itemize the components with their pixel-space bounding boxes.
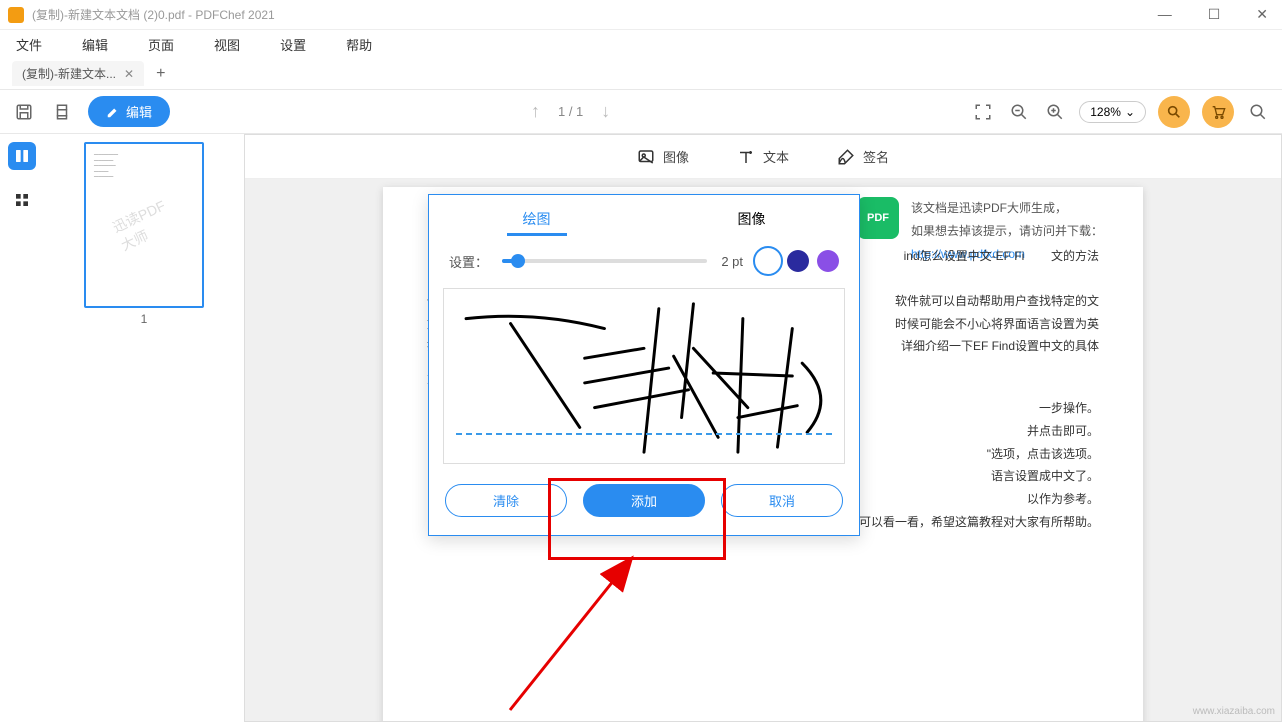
fullscreen-icon[interactable] — [971, 100, 995, 124]
search-icon[interactable] — [1246, 100, 1270, 124]
baseline — [456, 433, 832, 435]
edit-label: 编辑 — [126, 102, 152, 121]
thumbnail-watermark: 迅读PDF大师 — [109, 195, 178, 256]
menu-settings[interactable]: 设置 — [280, 35, 306, 54]
document-tools: 图像 文本 签名 — [245, 135, 1281, 179]
cart-button[interactable] — [1202, 96, 1234, 128]
thumbnail-number: 1 — [141, 312, 148, 326]
color-picker — [757, 250, 839, 272]
tab-draw[interactable]: 绘图 — [507, 205, 567, 236]
signature-canvas[interactable] — [443, 288, 845, 464]
page-thumbnail[interactable]: ━━━━━━━━━━━━━━━━━━━━━━━━━━━━━━━━━━━━━━━━… — [84, 142, 204, 308]
dialog-settings-row: 设置： 2 pt — [429, 240, 859, 282]
insert-image-tool[interactable]: 图像 — [637, 147, 689, 166]
add-button[interactable]: 添加 — [583, 484, 705, 517]
app-icon — [8, 7, 24, 23]
color-black[interactable] — [757, 250, 779, 272]
print-icon[interactable] — [50, 100, 74, 124]
tab-label: (复制)-新建文本... — [22, 65, 116, 82]
menu-help[interactable]: 帮助 — [346, 35, 372, 54]
insert-signature-tool[interactable]: 签名 — [837, 147, 889, 166]
slider-thumb[interactable] — [511, 254, 525, 268]
tab-add-button[interactable]: + — [156, 65, 165, 83]
thumbnails-panel: ━━━━━━━━━━━━━━━━━━━━━━━━━━━━━━━━━━━━━━━━… — [44, 134, 244, 722]
menu-page[interactable]: 页面 — [148, 35, 174, 54]
edit-button[interactable]: 编辑 — [88, 96, 170, 127]
page-nav: ↑ 1 / 1 ↓ — [531, 101, 610, 122]
tabbar: (复制)-新建文本... ✕ + — [0, 58, 1282, 90]
zoom-out-icon[interactable] — [1007, 100, 1031, 124]
signature-dialog: 绘图 图像 设置： 2 pt — [428, 194, 860, 536]
clear-button[interactable]: 清除 — [445, 484, 567, 517]
titlebar: (复制)-新建文本文档 (2)0.pdf - PDFChef 2021 — ☐ … — [0, 0, 1282, 30]
save-icon[interactable] — [12, 100, 36, 124]
zoom-dropdown[interactable]: 128%⌄ — [1079, 101, 1146, 123]
document-tab[interactable]: (复制)-新建文本... ✕ — [12, 61, 144, 86]
close-button[interactable]: ✕ — [1250, 6, 1274, 23]
promo-line2: 如果想去掉该提示，请访问并下载： — [911, 220, 1103, 243]
menu-file[interactable]: 文件 — [16, 35, 42, 54]
color-navy[interactable] — [787, 250, 809, 272]
page-indicator: 1 / 1 — [558, 104, 583, 119]
color-purple[interactable] — [817, 250, 839, 272]
search-highlight-button[interactable] — [1158, 96, 1190, 128]
grid-tab-icon[interactable] — [8, 186, 36, 214]
cancel-button[interactable]: 取消 — [721, 484, 843, 517]
zoom-in-icon[interactable] — [1043, 100, 1067, 124]
window-title: (复制)-新建文本文档 (2)0.pdf - PDFChef 2021 — [32, 6, 1152, 23]
toolbar: 编辑 ↑ 1 / 1 ↓ 128%⌄ — [0, 90, 1282, 134]
pdf-logo-icon: PDF — [857, 197, 899, 239]
drawn-signature — [444, 289, 844, 463]
insert-text-tool[interactable]: 文本 — [737, 147, 789, 166]
tab-image[interactable]: 图像 — [722, 205, 782, 236]
stroke-value: 2 pt — [721, 254, 743, 269]
window-controls: — ☐ ✕ — [1152, 6, 1274, 23]
menu-edit[interactable]: 编辑 — [82, 35, 108, 54]
maximize-button[interactable]: ☐ — [1202, 6, 1227, 23]
page-down-icon[interactable]: ↓ — [601, 101, 610, 122]
stroke-slider[interactable] — [502, 259, 707, 263]
thumbnails-tab-icon[interactable] — [8, 142, 36, 170]
minimize-button[interactable]: — — [1152, 6, 1178, 23]
settings-label: 设置： — [449, 252, 488, 271]
toolbar-right: 128%⌄ — [971, 96, 1270, 128]
menubar: 文件 编辑 页面 视图 设置 帮助 — [0, 30, 1282, 58]
tab-close-icon[interactable]: ✕ — [124, 67, 134, 81]
dialog-tabs: 绘图 图像 — [429, 195, 859, 240]
pencil-icon — [106, 105, 120, 119]
left-rail — [0, 134, 44, 722]
menu-view[interactable]: 视图 — [214, 35, 240, 54]
dialog-buttons: 清除 添加 取消 — [429, 476, 859, 535]
page-up-icon[interactable]: ↑ — [531, 101, 540, 122]
promo-line1: 该文档是迅读PDF大师生成， — [911, 197, 1103, 220]
chevron-down-icon: ⌄ — [1125, 105, 1135, 119]
footer-watermark: www.xiazaiba.com — [1193, 706, 1275, 717]
